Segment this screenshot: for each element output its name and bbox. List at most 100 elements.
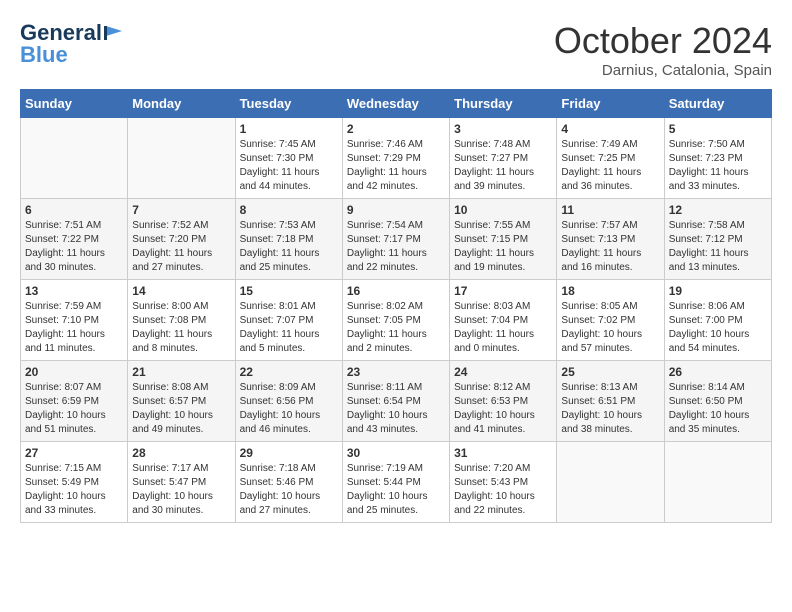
sunrise-time: Sunrise: 7:46 AM xyxy=(347,138,445,152)
sunrise-time: Sunrise: 8:02 AM xyxy=(347,300,445,314)
sunset-time: Sunset: 7:15 PM xyxy=(454,233,552,247)
daylight-hours: Daylight: 10 hours and 25 minutes. xyxy=(347,490,445,518)
calendar-cell: 23 Sunrise: 8:11 AMSunset: 6:54 PMDayligh… xyxy=(342,361,449,442)
day-number: 7 xyxy=(132,203,230,217)
sunrise-time: Sunrise: 7:51 AM xyxy=(25,219,123,233)
day-number: 14 xyxy=(132,284,230,298)
sunrise-time: Sunrise: 8:01 AM xyxy=(240,300,338,314)
sunrise-time: Sunrise: 7:49 AM xyxy=(561,138,659,152)
calendar-cell xyxy=(664,442,771,523)
day-info: Sunrise: 8:00 AMSunset: 7:08 PMDaylight:… xyxy=(132,300,230,356)
sunrise-time: Sunrise: 7:52 AM xyxy=(132,219,230,233)
sunset-time: Sunset: 7:18 PM xyxy=(240,233,338,247)
day-info: Sunrise: 7:17 AMSunset: 5:47 PMDaylight:… xyxy=(132,462,230,518)
day-number: 8 xyxy=(240,203,338,217)
daylight-hours: Daylight: 11 hours and 25 minutes. xyxy=(240,247,338,275)
sunrise-time: Sunrise: 8:12 AM xyxy=(454,381,552,395)
calendar-cell: 8 Sunrise: 7:53 AMSunset: 7:18 PMDaylight… xyxy=(235,199,342,280)
daylight-hours: Daylight: 11 hours and 27 minutes. xyxy=(132,247,230,275)
sunrise-time: Sunrise: 7:55 AM xyxy=(454,219,552,233)
calendar-cell: 20 Sunrise: 8:07 AMSunset: 6:59 PMDayligh… xyxy=(21,361,128,442)
sunset-time: Sunset: 7:12 PM xyxy=(669,233,767,247)
sunrise-time: Sunrise: 7:54 AM xyxy=(347,219,445,233)
day-info: Sunrise: 7:48 AMSunset: 7:27 PMDaylight:… xyxy=(454,138,552,194)
daylight-hours: Daylight: 10 hours and 22 minutes. xyxy=(454,490,552,518)
sunset-time: Sunset: 5:43 PM xyxy=(454,476,552,490)
logo-blue: Blue xyxy=(20,42,68,68)
sunrise-time: Sunrise: 8:11 AM xyxy=(347,381,445,395)
daylight-hours: Daylight: 10 hours and 46 minutes. xyxy=(240,409,338,437)
calendar-cell: 18Sunrise: 8:05 AMSunset: 7:02 PMDayligh… xyxy=(557,280,664,361)
day-info: Sunrise: 8:11 AMSunset: 6:54 PMDaylight:… xyxy=(347,381,445,437)
sunrise-time: Sunrise: 7:45 AM xyxy=(240,138,338,152)
sunrise-time: Sunrise: 8:13 AM xyxy=(561,381,659,395)
day-number: 26 xyxy=(669,365,767,379)
daylight-hours: Daylight: 10 hours and 49 minutes. xyxy=(132,409,230,437)
calendar-cell: 27Sunrise: 7:15 AMSunset: 5:49 PMDayligh… xyxy=(21,442,128,523)
day-number: 4 xyxy=(561,122,659,136)
day-number: 6 xyxy=(25,203,123,217)
day-number: 13 xyxy=(25,284,123,298)
day-number: 28 xyxy=(132,446,230,460)
sunset-time: Sunset: 7:23 PM xyxy=(669,152,767,166)
sunset-time: Sunset: 6:56 PM xyxy=(240,395,338,409)
page-header: General Blue October 2024 Darnius, Catal… xyxy=(20,20,772,79)
header-row: SundayMondayTuesdayWednesdayThursdayFrid… xyxy=(21,90,772,118)
daylight-hours: Daylight: 11 hours and 19 minutes. xyxy=(454,247,552,275)
day-info: Sunrise: 8:01 AMSunset: 7:07 PMDaylight:… xyxy=(240,300,338,356)
day-number: 18 xyxy=(561,284,659,298)
calendar-cell: 29Sunrise: 7:18 AMSunset: 5:46 PMDayligh… xyxy=(235,442,342,523)
day-info: Sunrise: 7:51 AMSunset: 7:22 PMDaylight:… xyxy=(25,219,123,275)
day-info: Sunrise: 7:20 AMSunset: 5:43 PMDaylight:… xyxy=(454,462,552,518)
sunrise-time: Sunrise: 7:58 AM xyxy=(669,219,767,233)
daylight-hours: Daylight: 10 hours and 41 minutes. xyxy=(454,409,552,437)
day-number: 15 xyxy=(240,284,338,298)
sunset-time: Sunset: 7:13 PM xyxy=(561,233,659,247)
calendar-cell: 1Sunrise: 7:45 AMSunset: 7:30 PMDaylight… xyxy=(235,118,342,199)
week-row-4: 20 Sunrise: 8:07 AMSunset: 6:59 PMDayligh… xyxy=(21,361,772,442)
calendar-cell: 7 Sunrise: 7:52 AMSunset: 7:20 PMDaylight… xyxy=(128,199,235,280)
day-number: 31 xyxy=(454,446,552,460)
sunset-time: Sunset: 6:59 PM xyxy=(25,395,123,409)
calendar-cell xyxy=(128,118,235,199)
day-number: 20 xyxy=(25,365,123,379)
sunrise-time: Sunrise: 8:14 AM xyxy=(669,381,767,395)
calendar-cell xyxy=(557,442,664,523)
calendar-cell: 15 Sunrise: 8:01 AMSunset: 7:07 PMDayligh… xyxy=(235,280,342,361)
header-day-monday: Monday xyxy=(128,90,235,118)
daylight-hours: Daylight: 10 hours and 38 minutes. xyxy=(561,409,659,437)
day-number: 24 xyxy=(454,365,552,379)
header-day-tuesday: Tuesday xyxy=(235,90,342,118)
calendar-cell: 6 Sunrise: 7:51 AMSunset: 7:22 PMDaylight… xyxy=(21,199,128,280)
day-info: Sunrise: 8:07 AMSunset: 6:59 PMDaylight:… xyxy=(25,381,123,437)
calendar-cell: 21Sunrise: 8:08 AMSunset: 6:57 PMDayligh… xyxy=(128,361,235,442)
week-row-1: 1Sunrise: 7:45 AMSunset: 7:30 PMDaylight… xyxy=(21,118,772,199)
calendar-cell: 31 Sunrise: 7:20 AMSunset: 5:43 PMDayligh… xyxy=(450,442,557,523)
day-info: Sunrise: 7:52 AMSunset: 7:20 PMDaylight:… xyxy=(132,219,230,275)
sunrise-time: Sunrise: 8:06 AM xyxy=(669,300,767,314)
calendar-cell: 9Sunrise: 7:54 AMSunset: 7:17 PMDaylight… xyxy=(342,199,449,280)
sunrise-time: Sunrise: 7:15 AM xyxy=(25,462,123,476)
sunrise-time: Sunrise: 7:50 AM xyxy=(669,138,767,152)
daylight-hours: Daylight: 11 hours and 42 minutes. xyxy=(347,166,445,194)
header-day-sunday: Sunday xyxy=(21,90,128,118)
day-number: 17 xyxy=(454,284,552,298)
calendar-cell: 17Sunrise: 8:03 AMSunset: 7:04 PMDayligh… xyxy=(450,280,557,361)
daylight-hours: Daylight: 11 hours and 36 minutes. xyxy=(561,166,659,194)
sunset-time: Sunset: 6:53 PM xyxy=(454,395,552,409)
calendar-cell xyxy=(21,118,128,199)
daylight-hours: Daylight: 11 hours and 39 minutes. xyxy=(454,166,552,194)
week-row-3: 13Sunrise: 7:59 AMSunset: 7:10 PMDayligh… xyxy=(21,280,772,361)
daylight-hours: Daylight: 11 hours and 33 minutes. xyxy=(669,166,767,194)
day-info: Sunrise: 7:19 AMSunset: 5:44 PMDaylight:… xyxy=(347,462,445,518)
sunrise-time: Sunrise: 7:18 AM xyxy=(240,462,338,476)
sunrise-time: Sunrise: 7:53 AM xyxy=(240,219,338,233)
day-number: 23 xyxy=(347,365,445,379)
sunset-time: Sunset: 7:25 PM xyxy=(561,152,659,166)
sunset-time: Sunset: 7:27 PM xyxy=(454,152,552,166)
header-day-thursday: Thursday xyxy=(450,90,557,118)
sunset-time: Sunset: 7:08 PM xyxy=(132,314,230,328)
sunrise-time: Sunrise: 8:03 AM xyxy=(454,300,552,314)
calendar-cell: 16Sunrise: 8:02 AMSunset: 7:05 PMDayligh… xyxy=(342,280,449,361)
sunset-time: Sunset: 7:30 PM xyxy=(240,152,338,166)
